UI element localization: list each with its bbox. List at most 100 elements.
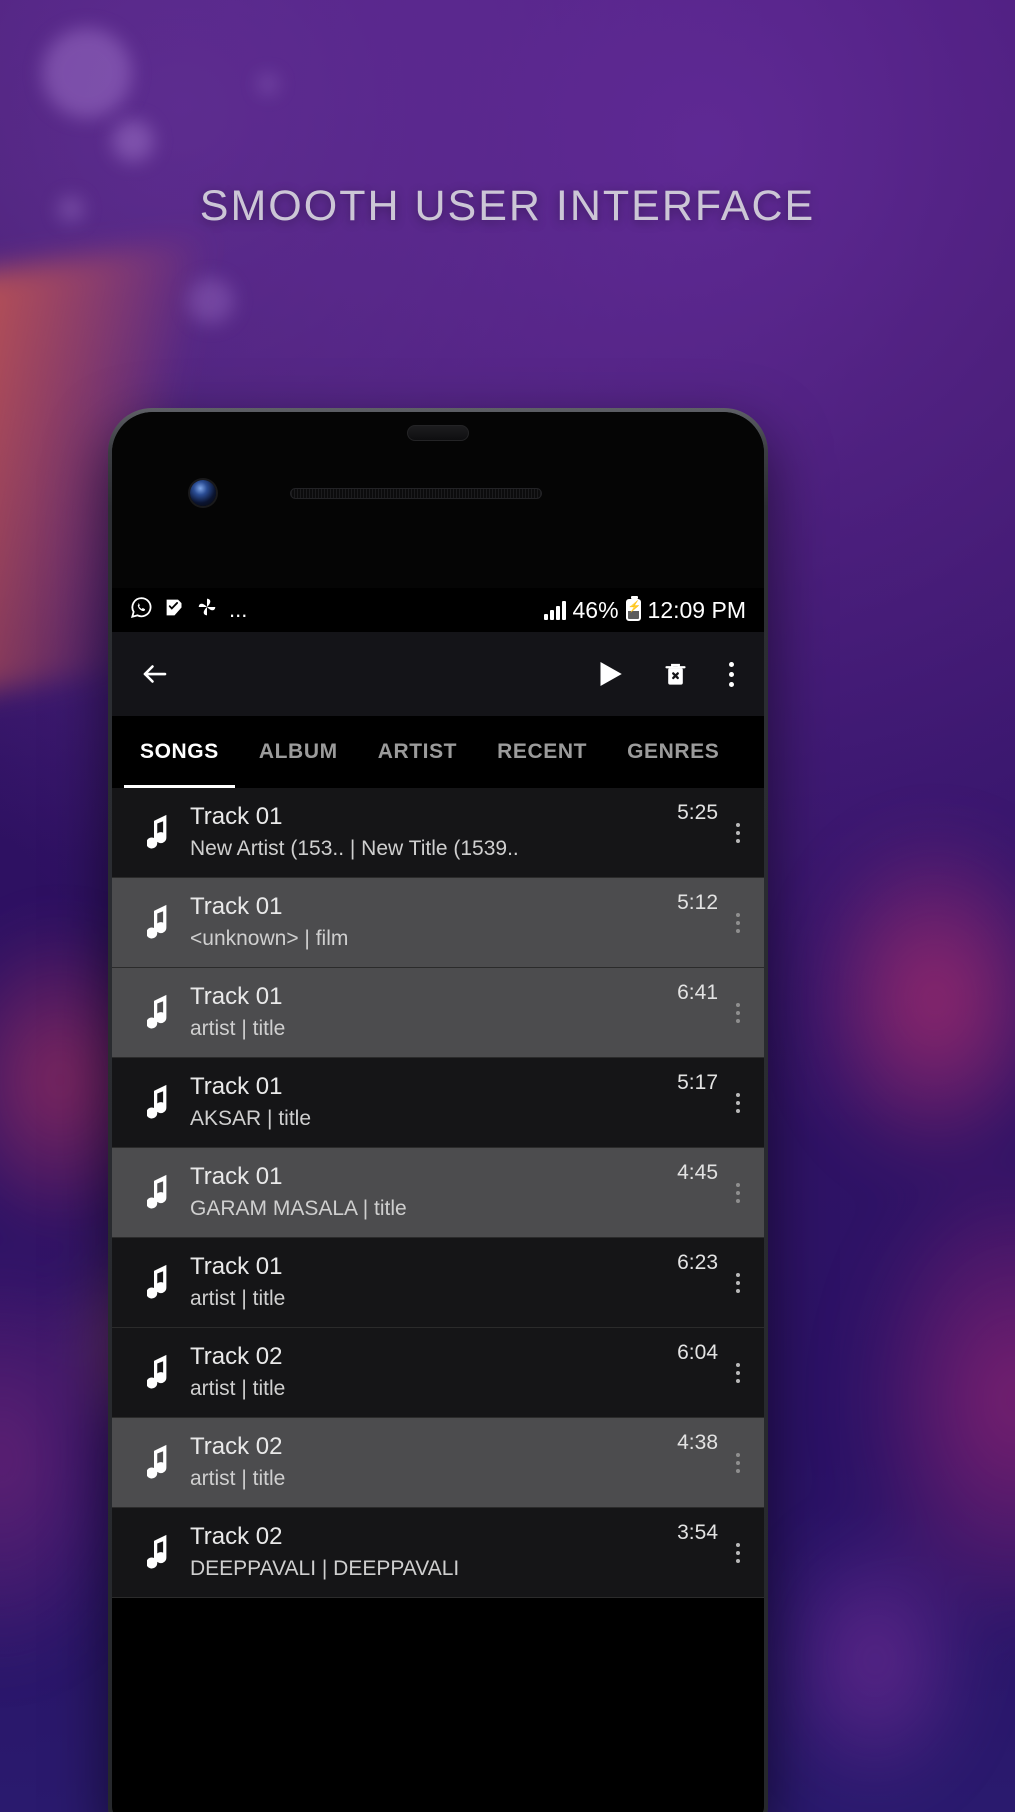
tab-album[interactable]: ALBUM — [239, 716, 358, 788]
song-text: Track 01 New Artist (153.. | New Title (1… — [190, 803, 656, 862]
song-duration: 3:54 — [677, 1520, 718, 1544]
song-overflow-menu-icon[interactable] — [722, 1357, 748, 1389]
song-duration: 5:17 — [677, 1070, 718, 1094]
whatsapp-icon — [130, 596, 153, 625]
song-subtitle: New Artist (153.. | New Title (1539.. — [190, 836, 519, 860]
delete-icon[interactable] — [662, 658, 689, 690]
song-text: Track 01 artist | title — [190, 1253, 656, 1312]
play-icon[interactable] — [592, 656, 626, 692]
status-bar: ... 46% 12:09 PM — [112, 588, 764, 632]
song-meta: 6:04 — [656, 1341, 748, 1389]
song-meta: 4:45 — [656, 1161, 748, 1209]
music-note-icon — [134, 1533, 190, 1573]
music-note-icon — [134, 993, 190, 1033]
category-tabs: SONGS ALBUM ARTIST RECENT GENRES — [112, 716, 764, 788]
song-row[interactable]: Track 01 artist | title 6:41 — [112, 968, 764, 1058]
song-title: Track 01 — [190, 803, 283, 831]
song-title: Track 01 — [190, 1253, 283, 1281]
message-check-icon — [164, 597, 185, 624]
song-meta: 4:38 — [656, 1431, 748, 1479]
song-duration: 6:23 — [677, 1250, 718, 1274]
song-row[interactable]: Track 01 <unknown> | film 5:12 — [112, 878, 764, 968]
song-meta: 3:54 — [656, 1521, 748, 1569]
song-title: Track 02 — [190, 1523, 283, 1551]
tab-artist[interactable]: ARTIST — [358, 716, 477, 788]
bokeh-circle — [112, 120, 154, 162]
app-toolbar — [112, 632, 764, 716]
overflow-menu-icon[interactable] — [725, 658, 738, 691]
status-bar-system: 46% 12:09 PM — [543, 596, 746, 624]
song-meta: 5:12 — [656, 891, 748, 939]
song-overflow-menu-icon[interactable] — [722, 1267, 748, 1299]
app-screen: ... 46% 12:09 PM — [112, 588, 764, 1812]
song-overflow-menu-icon[interactable] — [722, 1177, 748, 1209]
song-row[interactable]: Track 02 DEEPPAVALI | DEEPPAVALI 3:54 — [112, 1508, 764, 1598]
song-row[interactable]: Track 02 artist | title 6:04 — [112, 1328, 764, 1418]
tab-recent[interactable]: RECENT — [477, 716, 607, 788]
song-subtitle: AKSAR | title — [190, 1106, 311, 1130]
battery-percent-label: 46% — [572, 596, 619, 623]
tab-label: SONGS — [140, 740, 219, 763]
bokeh-circle — [42, 28, 132, 118]
song-subtitle: artist | title — [190, 1016, 286, 1040]
song-row[interactable]: Track 01 GARAM MASALA | title 4:45 — [112, 1148, 764, 1238]
song-title: Track 01 — [190, 893, 283, 921]
song-title: Track 02 — [190, 1343, 283, 1371]
phone-top-bezel — [112, 412, 764, 588]
song-title: Track 01 — [190, 1073, 283, 1101]
tab-songs[interactable]: SONGS — [120, 716, 239, 788]
back-arrow-icon[interactable] — [138, 659, 172, 689]
song-text: Track 01 <unknown> | film — [190, 893, 656, 952]
song-duration: 4:45 — [677, 1160, 718, 1184]
music-note-icon — [134, 813, 190, 853]
song-row[interactable]: Track 01 New Artist (153.. | New Title (1… — [112, 788, 764, 878]
bokeh-circle — [188, 278, 234, 324]
bokeh-circle — [258, 74, 278, 94]
phone-device-frame: ... 46% 12:09 PM — [108, 408, 768, 1812]
song-text: Track 02 artist | title — [190, 1433, 656, 1492]
song-text: Track 01 AKSAR | title — [190, 1073, 656, 1132]
song-text: Track 02 artist | title — [190, 1343, 656, 1402]
song-meta: 5:17 — [656, 1071, 748, 1119]
song-subtitle: DEEPPAVALI | DEEPPAVALI — [190, 1556, 460, 1580]
tab-label: ARTIST — [377, 740, 458, 763]
music-note-icon — [134, 1173, 190, 1213]
battery-charging-icon — [625, 596, 641, 621]
tab-label: RECENT — [497, 740, 588, 763]
song-overflow-menu-icon[interactable] — [722, 1537, 748, 1569]
song-text: Track 02 DEEPPAVALI | DEEPPAVALI — [190, 1523, 656, 1582]
top-notch — [407, 425, 469, 441]
front-camera-icon — [190, 480, 216, 506]
song-row[interactable]: Track 02 artist | title 4:38 — [112, 1418, 764, 1508]
music-note-icon — [134, 1263, 190, 1303]
toolbar-actions — [592, 656, 738, 692]
song-row[interactable]: Track 01 artist | title 6:23 — [112, 1238, 764, 1328]
song-meta: 6:23 — [656, 1251, 748, 1299]
song-title: Track 01 — [190, 983, 283, 1011]
music-note-icon — [134, 1083, 190, 1123]
promo-headline: SMOOTH USER INTERFACE — [199, 182, 816, 230]
song-title: Track 02 — [190, 1433, 283, 1461]
tab-genres[interactable]: GENRES — [607, 716, 739, 788]
song-overflow-menu-icon[interactable] — [722, 817, 748, 849]
song-row[interactable]: Track 01 AKSAR | title 5:17 — [112, 1058, 764, 1148]
song-list[interactable]: Track 01 New Artist (153.. | New Title (1… — [112, 788, 764, 1598]
status-bar-notifications: ... — [130, 596, 247, 625]
song-meta: 6:41 — [656, 981, 748, 1029]
phone-body: ... 46% 12:09 PM — [112, 412, 764, 1812]
tab-label: GENRES — [627, 740, 720, 763]
pinwheel-icon — [196, 596, 218, 624]
tab-label: ALBUM — [258, 740, 338, 763]
song-meta: 5:25 — [656, 801, 748, 849]
earpiece-speaker — [290, 488, 542, 499]
song-overflow-menu-icon[interactable] — [722, 997, 748, 1029]
song-overflow-menu-icon[interactable] — [722, 907, 748, 939]
song-overflow-menu-icon[interactable] — [722, 1447, 748, 1479]
song-subtitle: artist | title — [190, 1466, 286, 1490]
signal-strength-icon — [543, 600, 566, 620]
music-note-icon — [134, 903, 190, 943]
song-subtitle: GARAM MASALA | title — [190, 1196, 407, 1220]
music-note-icon — [134, 1443, 190, 1483]
song-subtitle: artist | title — [190, 1376, 286, 1400]
song-overflow-menu-icon[interactable] — [722, 1087, 748, 1119]
